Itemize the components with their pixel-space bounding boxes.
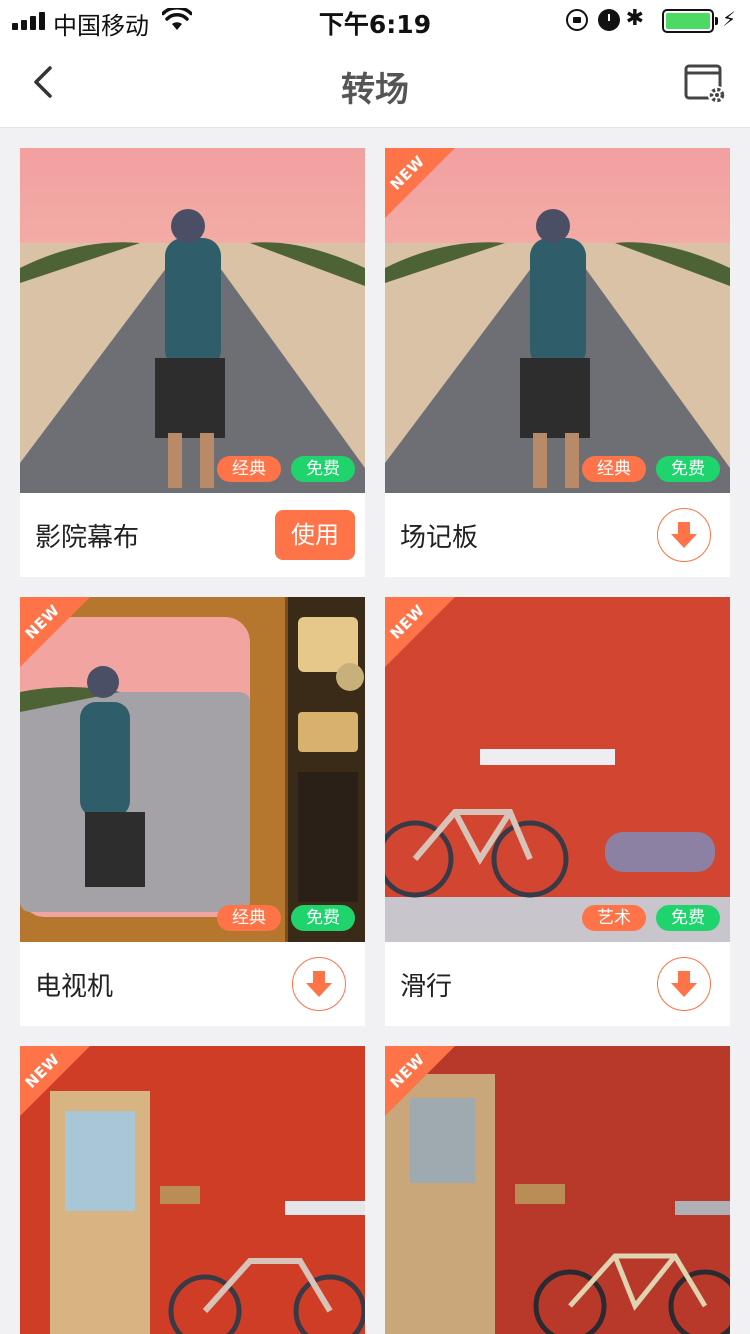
download-button[interactable] [657, 508, 711, 562]
download-arrow-icon [671, 522, 697, 548]
transition-card[interactable]: NEW 艺术 免费 滑行 [385, 597, 730, 1026]
transition-card[interactable]: NEW [20, 1046, 365, 1334]
download-button[interactable] [657, 957, 711, 1011]
status-bar: 中国移动 下午6:19 ✱ ⚡ [0, 0, 750, 40]
card-footer: 滑行 [385, 942, 730, 1026]
transition-name: 电视机 [35, 972, 114, 1002]
card-footer: 场记板 [385, 493, 730, 577]
thumbnail-image: NEW 经典 免费 [20, 597, 365, 942]
category-tag: 艺术 [582, 905, 646, 931]
download-button[interactable] [292, 957, 346, 1011]
price-tag: 免费 [656, 905, 720, 931]
transition-name: 滑行 [400, 972, 453, 1002]
use-button[interactable]: 使用 [275, 510, 355, 560]
transition-card[interactable]: NEW [385, 1046, 730, 1334]
battery-icon [662, 9, 718, 33]
new-badge: NEW [20, 1046, 90, 1116]
card-footer: 影院幕布 使用 [20, 493, 365, 577]
page-title: 转场 [341, 70, 409, 110]
category-tag: 经典 [582, 456, 646, 482]
price-tag: 免费 [291, 905, 355, 931]
thumbnail-image: NEW 艺术 免费 [385, 597, 730, 942]
thumbnail-image: NEW 经典 免费 [385, 148, 730, 493]
charging-icon: ⚡ [721, 7, 736, 31]
settings-button[interactable] [684, 62, 728, 106]
download-arrow-icon [671, 971, 697, 997]
transition-name: 影院幕布 [35, 523, 140, 553]
transition-card[interactable]: NEW 经典 免费 场记板 [385, 148, 730, 577]
window-settings-icon [684, 64, 726, 104]
new-badge: NEW [385, 148, 455, 218]
alarm-icon [598, 9, 620, 31]
category-tag: 经典 [217, 456, 281, 482]
price-tag: 免费 [656, 456, 720, 482]
price-tag: 免费 [291, 456, 355, 482]
card-footer: 电视机 [20, 942, 365, 1026]
tag-group: 经典 免费 [217, 456, 355, 482]
transition-name: 场记板 [400, 523, 479, 553]
tag-group: 经典 免费 [217, 905, 355, 931]
thumbnail-image: NEW [385, 1046, 730, 1334]
new-badge: NEW [20, 597, 90, 667]
transition-card[interactable]: NEW 经典 免费 电视机 [20, 597, 365, 1026]
category-tag: 经典 [217, 905, 281, 931]
bluetooth-icon: ✱ [625, 6, 644, 31]
thumbnail-image: 经典 免费 [20, 148, 365, 493]
tag-group: 艺术 免费 [582, 905, 720, 931]
thumbnail-image: NEW [20, 1046, 365, 1334]
rotation-lock-icon [566, 9, 588, 31]
new-badge: NEW [385, 597, 455, 667]
tag-group: 经典 免费 [582, 456, 720, 482]
nav-bar: 转场 [0, 40, 750, 128]
download-arrow-icon [306, 971, 332, 997]
transition-card[interactable]: 经典 免费 影院幕布 使用 [20, 148, 365, 577]
new-badge: NEW [385, 1046, 455, 1116]
